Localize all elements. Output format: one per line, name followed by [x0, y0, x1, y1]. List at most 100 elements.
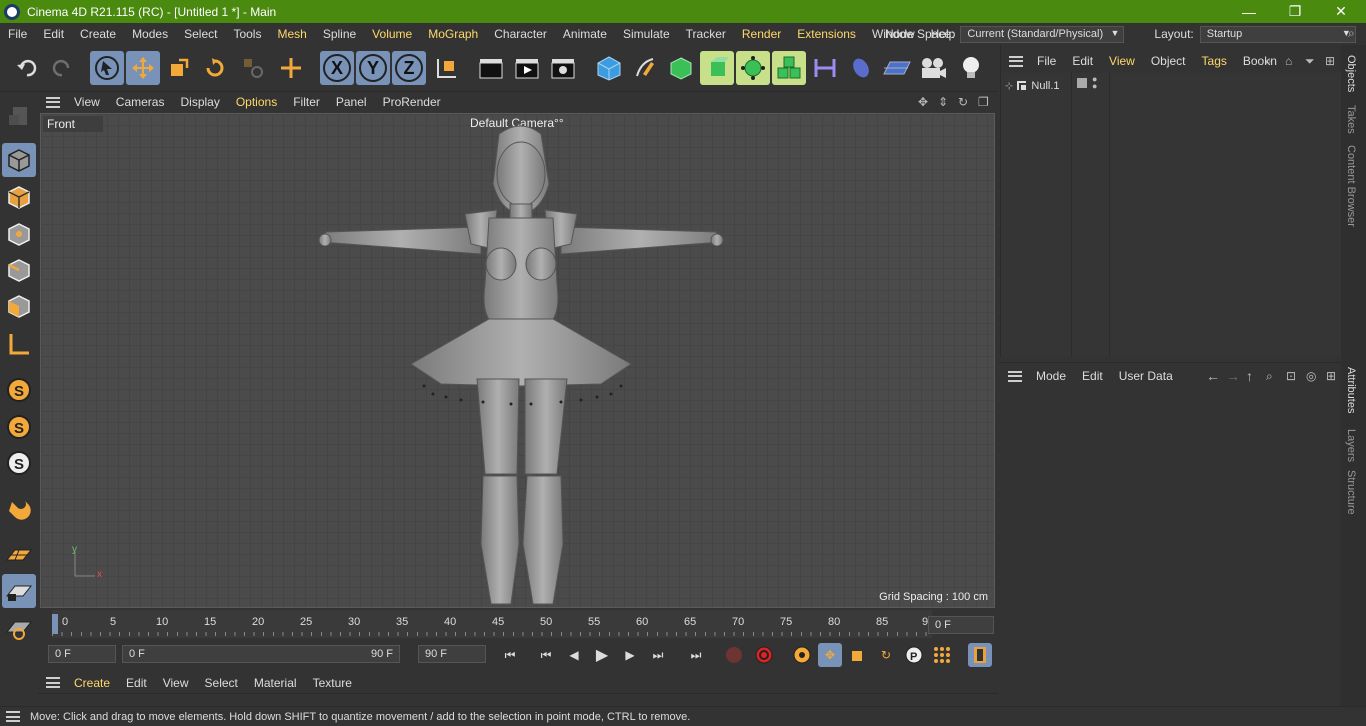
attributes-menu-mode[interactable]: Mode	[1028, 369, 1074, 383]
key-rotation-button[interactable]: ↻	[874, 643, 898, 667]
locked-workplane-button[interactable]	[2, 574, 36, 608]
material-menu-texture[interactable]: Texture	[305, 676, 360, 690]
recent-tools-button[interactable]	[236, 51, 270, 85]
menu-file[interactable]: File	[0, 27, 35, 41]
keyframe-selection-button[interactable]	[790, 643, 814, 667]
objects-menu-file[interactable]: File	[1029, 54, 1064, 68]
goto-start-button[interactable]: ⏮	[498, 643, 522, 667]
menu-tools[interactable]: Tools	[225, 27, 269, 41]
menu-edit[interactable]: Edit	[35, 27, 72, 41]
axis-z-button[interactable]: Z	[392, 51, 426, 85]
solo-single-button[interactable]: S	[2, 410, 36, 444]
render-settings-button[interactable]	[546, 51, 580, 85]
objects-menu-view[interactable]: View	[1101, 54, 1143, 68]
key-scale-button[interactable]	[846, 643, 870, 667]
maximize-button[interactable]: ❐	[1272, 0, 1318, 23]
menu-tracker[interactable]: Tracker	[678, 27, 734, 41]
tab-attributes[interactable]: Attributes	[1345, 367, 1357, 413]
minimize-button[interactable]: —	[1226, 0, 1272, 23]
move-tool-button[interactable]	[126, 51, 160, 85]
dolly-view-icon[interactable]: ⇕	[938, 95, 948, 109]
node-space-dropdown[interactable]: Current (Standard/Physical) ▼	[960, 25, 1125, 43]
axis-y-button[interactable]: Y	[356, 51, 390, 85]
next-frame-button[interactable]: ▶	[618, 643, 642, 667]
autokey-button[interactable]	[752, 643, 776, 667]
camera-button[interactable]	[916, 51, 950, 85]
deformer-button[interactable]	[808, 51, 842, 85]
viewport-menu-view[interactable]: View	[66, 95, 108, 109]
axis-x-button[interactable]: X	[320, 51, 354, 85]
menu-simulate[interactable]: Simulate	[615, 27, 678, 41]
solo-off-button[interactable]: S	[2, 373, 36, 407]
prev-frame-button[interactable]: ◀	[562, 643, 586, 667]
prev-key-button[interactable]: ⏮	[534, 643, 558, 667]
search-icon[interactable]: ⌕	[1266, 369, 1273, 384]
menu-mograph[interactable]: MoGraph	[420, 27, 486, 41]
viewport-front[interactable]: Front Default Camera°° y x Grid Spacing …	[40, 113, 995, 608]
key-position-button[interactable]: ✥	[818, 643, 842, 667]
undo-button[interactable]	[10, 51, 44, 85]
attributes-menu-user-data[interactable]: User Data	[1111, 369, 1181, 383]
transform-tool-button[interactable]	[274, 51, 308, 85]
mograph-cubes-button[interactable]	[772, 51, 806, 85]
filter-icon[interactable]: ⏷	[1305, 54, 1315, 69]
viewport-menu-display[interactable]: Display	[172, 95, 227, 109]
material-menu-select[interactable]: Select	[197, 676, 246, 690]
menu-select[interactable]: Select	[176, 27, 225, 41]
new-window-icon[interactable]: ⊞	[1326, 369, 1336, 383]
hamburger-icon[interactable]	[46, 677, 60, 688]
menu-modes[interactable]: Modes	[124, 27, 176, 41]
viewport-menu-filter[interactable]: Filter	[285, 95, 328, 109]
edges-mode-button[interactable]	[2, 253, 36, 287]
render-to-picture-viewer-button[interactable]	[510, 51, 544, 85]
arrow-left-icon[interactable]: ←	[1206, 368, 1220, 384]
target-icon[interactable]: ◎	[1306, 369, 1316, 383]
hamburger-icon[interactable]	[1009, 55, 1023, 67]
live-selection-button[interactable]	[90, 51, 124, 85]
layer-swatch-icon[interactable]	[1077, 78, 1087, 88]
viewport-menu-options[interactable]: Options	[228, 95, 285, 109]
preview-range-slider[interactable]: 0 F 90 F	[122, 645, 400, 663]
menu-spline[interactable]: Spline	[315, 27, 364, 41]
render-view-button[interactable]	[474, 51, 508, 85]
visibility-dots-icon[interactable]: ● ●	[1092, 75, 1097, 91]
play-button[interactable]: ▶	[590, 643, 614, 667]
close-button[interactable]: ✕	[1318, 0, 1364, 23]
objects-menu-bookmarks[interactable]: Bookn	[1235, 54, 1285, 68]
hamburger-icon[interactable]	[46, 96, 60, 108]
cube-object-button[interactable]	[592, 51, 626, 85]
workplane-grid-button[interactable]	[2, 538, 36, 572]
hamburger-icon[interactable]	[6, 711, 20, 722]
hamburger-icon[interactable]	[1008, 370, 1022, 382]
record-active-button[interactable]	[722, 643, 746, 667]
current-frame-field[interactable]: 0 F	[928, 616, 994, 634]
objects-menu-tags[interactable]: Tags	[1194, 54, 1235, 68]
floor-button[interactable]	[880, 51, 914, 85]
solo-hierarchy-button[interactable]: S	[2, 446, 36, 480]
menu-render[interactable]: Render	[734, 27, 789, 41]
snap-button[interactable]	[2, 492, 36, 526]
tab-content-browser[interactable]: Content Browser	[1345, 145, 1357, 227]
cloner-button[interactable]	[736, 51, 770, 85]
search-icon[interactable]: ⌕	[1265, 54, 1272, 69]
field-button[interactable]	[844, 51, 878, 85]
object-list[interactable]: ⊹ Null.1 ● ●	[1001, 73, 1342, 357]
search-icon[interactable]: ⌕	[1348, 26, 1355, 41]
light-button[interactable]	[954, 51, 988, 85]
menu-character[interactable]: Character	[486, 27, 555, 41]
menu-animate[interactable]: Animate	[555, 27, 615, 41]
menu-create[interactable]: Create	[72, 27, 124, 41]
object-row[interactable]: ⊹ Null.1 ● ●	[1005, 75, 1109, 94]
end-frame-field[interactable]: 90 F	[418, 645, 486, 663]
texture-mode-button[interactable]	[2, 180, 36, 214]
extrude-generator-button[interactable]	[700, 51, 734, 85]
timeline-ruler[interactable]: 0 5 10 15 20 25 30 35 40 45 50 55 60 65 …	[52, 610, 934, 638]
viewport-menu-cameras[interactable]: Cameras	[108, 95, 173, 109]
key-parameter-button[interactable]: P	[902, 643, 926, 667]
layout-dropdown[interactable]: Startup ▼	[1199, 25, 1356, 43]
playhead[interactable]	[52, 614, 58, 634]
workplane-button[interactable]	[2, 327, 36, 361]
tab-objects[interactable]: Objects	[1345, 55, 1357, 92]
material-menu-create[interactable]: Create	[66, 676, 118, 690]
arrow-right-icon[interactable]: →	[1226, 368, 1240, 384]
